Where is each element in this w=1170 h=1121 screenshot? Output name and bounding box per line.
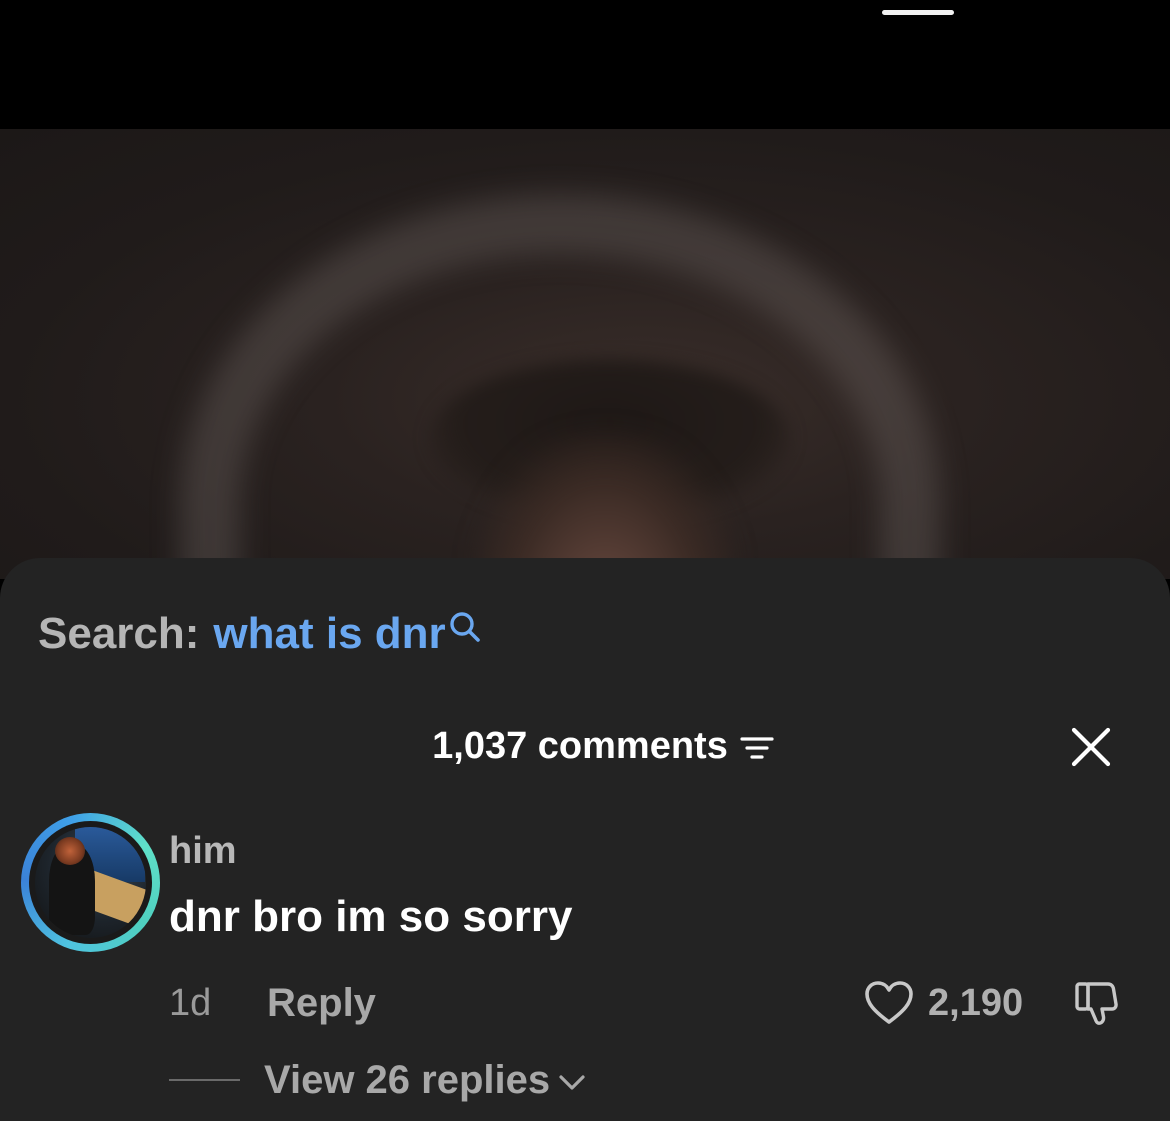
top-status-area [0, 0, 1170, 129]
dislike-icon[interactable] [1072, 978, 1122, 1028]
comment-time: 1d [169, 981, 212, 1024]
comment-meta: 1d Reply [169, 978, 376, 1028]
avatar-image [35, 827, 146, 938]
close-icon[interactable] [1068, 724, 1114, 770]
comments-count: 1,037 comments [432, 724, 728, 767]
filter-icon[interactable] [740, 733, 774, 763]
video-player[interactable] [0, 129, 1170, 579]
search-icon [449, 612, 480, 642]
avatar[interactable] [29, 821, 152, 944]
like-count: 2,190 [928, 981, 1024, 1024]
avatar-head [55, 837, 85, 865]
screen: Search: what is dnr 1,037 comments him d… [0, 0, 1170, 1121]
replies-divider-line [169, 1079, 240, 1081]
view-replies-row[interactable]: View 26 replies [169, 1054, 586, 1106]
search-term-link[interactable]: what is dnr [213, 609, 445, 659]
comment-text: dnr bro im so sorry [169, 892, 573, 941]
search-label: Search: [38, 609, 200, 658]
view-replies-button[interactable]: View 26 replies [264, 1058, 550, 1103]
reply-button[interactable]: Reply [267, 981, 376, 1026]
home-indicator [882, 10, 954, 15]
comments-header: 1,037 comments [0, 718, 1170, 774]
chevron-down-icon [559, 1075, 585, 1090]
like-group[interactable]: 2,190 [864, 978, 1023, 1028]
heart-icon[interactable] [864, 980, 914, 1026]
search-suggestion[interactable]: Search: what is dnr [38, 604, 482, 664]
comment-username[interactable]: him [169, 830, 237, 873]
